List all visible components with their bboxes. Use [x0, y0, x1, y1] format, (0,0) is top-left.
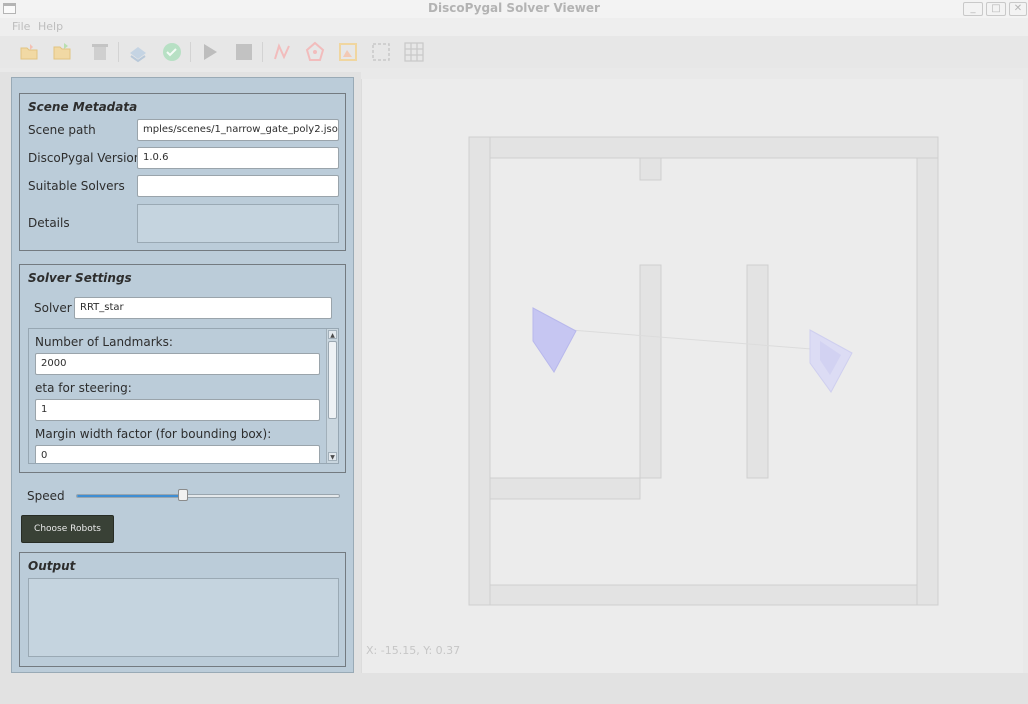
canvas-bottom-strip [361, 673, 1028, 704]
params-scrollbar[interactable]: ▲ ▼ [326, 329, 338, 463]
solver-settings-title: Solver Settings [28, 271, 132, 285]
suitable-solvers-field[interactable] [137, 175, 339, 197]
obstacle-left-wall [468, 136, 491, 606]
landmarks-label: Number of Landmarks: [35, 335, 173, 349]
version-field[interactable]: 1.0.6 [137, 147, 339, 169]
obstacle-top-notch [639, 157, 662, 181]
scene-path-field[interactable]: mples/scenes/1_narrow_gate_poly2.json [137, 119, 339, 141]
trash-icon[interactable] [89, 41, 111, 63]
version-label: DiscoPygal Version [28, 151, 142, 165]
cursor-coordinates: X: -15.15, Y: 0.37 [366, 644, 461, 657]
verify-check-icon[interactable] [161, 41, 183, 63]
speed-label: Speed [27, 489, 65, 503]
play-icon[interactable] [199, 41, 221, 63]
scroll-down-arrow-icon[interactable]: ▼ [328, 452, 337, 461]
scene-canvas[interactable]: X: -15.15, Y: 0.37 [361, 79, 1023, 673]
solver-label: Solver [34, 301, 72, 315]
robot-path-line [557, 328, 838, 352]
choose-robots-button[interactable]: Choose Robots [21, 515, 114, 543]
landmarks-input[interactable]: 2000 [35, 353, 320, 375]
scroll-up-arrow-icon[interactable]: ▲ [328, 330, 337, 339]
suitable-solvers-label: Suitable Solvers [28, 179, 125, 193]
open-scene-icon[interactable] [18, 41, 40, 63]
control-panel: Scene Metadata Scene path mples/scenes/1… [11, 77, 354, 673]
margin-width-input[interactable]: 0 [35, 445, 320, 463]
margin-width-label: Margin width factor (for bounding box): [35, 427, 272, 441]
left-panel: Scene Metadata Scene path mples/scenes/1… [0, 72, 361, 704]
path-icon[interactable] [271, 41, 293, 63]
robot-start-polygon[interactable] [532, 307, 577, 373]
minimize-button[interactable]: _ [963, 2, 983, 16]
maximize-button[interactable]: □ [986, 2, 1006, 16]
solver-field[interactable]: RRT_star [74, 297, 332, 319]
title-bar: DiscoPygal Solver Viewer _ □ ✕ [0, 0, 1028, 18]
scene-path-label: Scene path [28, 123, 96, 137]
speed-slider-handle[interactable] [177, 489, 188, 501]
output-title: Output [28, 559, 76, 573]
solver-params-scroll-area: Number of Landmarks: 2000 eta for steeri… [28, 328, 339, 464]
image-icon[interactable] [337, 41, 359, 63]
output-textarea[interactable] [28, 578, 339, 657]
stop-icon[interactable] [233, 41, 255, 63]
close-button[interactable]: ✕ [1009, 2, 1027, 16]
graph-icon[interactable] [304, 41, 326, 63]
obstacle-top-wall [489, 136, 939, 159]
grid-icon[interactable] [403, 41, 425, 63]
obstacle-bottom-wall [489, 584, 918, 606]
menu-help[interactable]: Help [38, 20, 63, 33]
obstacle-right-bar [746, 264, 769, 479]
obstacle-bottom-ledge [489, 477, 641, 500]
details-label: Details [28, 216, 70, 230]
scene-view[interactable] [362, 79, 1024, 673]
output-group: Output [19, 552, 346, 667]
details-textarea[interactable] [137, 204, 339, 243]
speed-slider[interactable] [76, 494, 340, 498]
solver-settings-group: Solver Settings Solver RRT_star Number o… [19, 264, 346, 473]
toolbar [0, 36, 1028, 68]
selection-icon[interactable] [370, 41, 392, 63]
open-folder-icon[interactable] [51, 41, 73, 63]
save-icon[interactable] [127, 41, 149, 63]
obstacle-center-bar [639, 264, 662, 479]
scene-metadata-title: Scene Metadata [28, 100, 138, 114]
window-title: DiscoPygal Solver Viewer [428, 1, 600, 15]
menu-file[interactable]: File [12, 20, 30, 33]
scrollbar-thumb[interactable] [328, 341, 337, 419]
obstacle-right-wall [916, 157, 939, 606]
eta-label: eta for steering: [35, 381, 132, 395]
scene-metadata-group: Scene Metadata Scene path mples/scenes/1… [19, 93, 346, 251]
speed-slider-fill [77, 495, 182, 497]
menu-bar: File Help [0, 18, 1028, 36]
eta-input[interactable]: 1 [35, 399, 320, 421]
